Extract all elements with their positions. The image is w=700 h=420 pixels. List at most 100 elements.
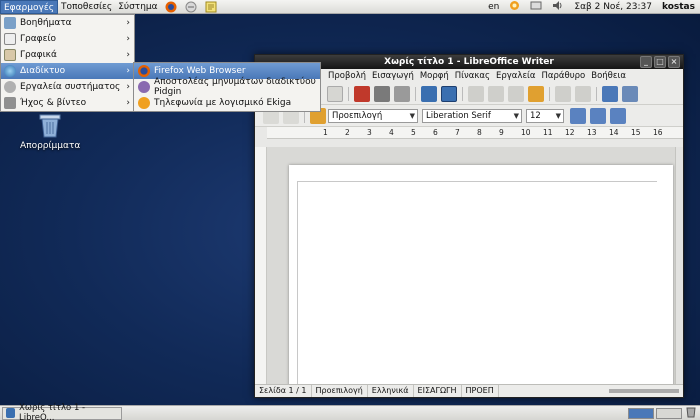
bottom-panel: Χωρίς τίτλο 1 - LibreO... (0, 403, 700, 420)
menu-item-label: Βοηθήματα (20, 18, 72, 28)
menu-item-office[interactable]: Γραφείο › (1, 31, 134, 47)
network-icon[interactable] (530, 0, 542, 14)
ruler-number: 16 (653, 128, 663, 137)
toolbar-separator (596, 86, 597, 101)
chevron-right-icon: › (126, 66, 130, 76)
paragraph-style-combo[interactable]: Προεπιλογή ▼ (328, 108, 418, 123)
zoom-slider[interactable] (609, 389, 679, 393)
cut-icon[interactable] (468, 85, 484, 102)
office-icon (4, 33, 16, 45)
menu-item-sound-video[interactable]: Ήχος & βίντεο › (1, 95, 134, 111)
places-menu[interactable]: Τοποθεσίες (58, 0, 115, 14)
clone-format-icon[interactable] (528, 85, 544, 102)
vertical-scrollbar[interactable] (675, 147, 683, 385)
print-preview-icon[interactable] (394, 85, 410, 102)
pidgin-icon (138, 81, 150, 93)
paragraph-style-value: Προεπιλογή (332, 110, 383, 121)
menu-format[interactable]: Μορφή (417, 71, 452, 81)
status-selection-mode[interactable]: ΠΡΟΕΠ (462, 385, 499, 397)
menu-help[interactable]: Βοήθεια (588, 71, 629, 81)
hyperlink-icon[interactable] (602, 85, 618, 102)
menu-window[interactable]: Παράθυρο (539, 71, 589, 81)
underline-icon[interactable] (610, 107, 626, 124)
keyboard-layout-indicator[interactable]: en (488, 2, 499, 12)
menu-item-label: Γραφικά (20, 50, 57, 60)
ruler-number: 4 (389, 128, 394, 137)
workspace-2[interactable] (656, 407, 682, 419)
trash-desktop-icon[interactable]: Απορρίμματα (20, 114, 80, 151)
menu-insert[interactable]: Εισαγωγή (369, 71, 417, 81)
export-pdf-icon[interactable] (354, 85, 370, 102)
submenu-item-label: Τηλεφωνία με λογισμικό Ekiga (154, 98, 292, 108)
chevron-right-icon: › (126, 18, 130, 28)
menu-tools[interactable]: Εργαλεία (493, 71, 539, 81)
font-size-combo[interactable]: 12 ▼ (526, 108, 564, 123)
menu-item-accessories[interactable]: Βοηθήματα › (1, 15, 134, 31)
document-area[interactable] (255, 147, 683, 397)
chevron-right-icon: › (126, 82, 130, 92)
font-name-combo[interactable]: Liberation Serif ▼ (422, 108, 522, 123)
table-icon[interactable] (622, 85, 638, 102)
applications-menu[interactable]: Εφαρμογές (0, 0, 58, 14)
mail-launcher-icon[interactable] (184, 1, 198, 13)
taskbar-writer-button[interactable]: Χωρίς τίτλο 1 - LibreO... (2, 403, 122, 420)
maximize-button[interactable]: □ (654, 56, 666, 68)
system-menu[interactable]: Σύστημα (115, 0, 160, 14)
horizontal-ruler[interactable]: 1 2 3 4 5 6 7 8 9 10 11 12 13 14 15 16 (267, 127, 683, 139)
firefox-launcher-icon[interactable] (164, 1, 178, 13)
vertical-ruler[interactable] (255, 147, 267, 385)
graphics-icon (4, 49, 16, 61)
chevron-right-icon: › (126, 34, 130, 44)
ruler-number: 9 (499, 128, 504, 137)
submenu-item-pidgin[interactable]: Αποστολέας μηνυμάτων διαδικτύου Pidgin (134, 77, 320, 97)
font-size-value: 12 (530, 110, 541, 121)
email-icon[interactable] (327, 85, 343, 102)
chevron-right-icon: › (126, 98, 130, 108)
menu-item-system-tools[interactable]: Εργαλεία συστήματος › (1, 79, 134, 95)
status-page[interactable]: Σελίδα 1 / 1 (255, 385, 312, 397)
redo-icon[interactable] (575, 85, 591, 102)
volume-icon[interactable] (552, 0, 564, 14)
spellcheck-icon[interactable] (421, 85, 437, 102)
bold-icon[interactable] (570, 107, 586, 124)
toolbar-separator (462, 86, 463, 101)
ruler-number: 14 (609, 128, 619, 137)
paste-icon[interactable] (508, 85, 524, 102)
chevron-right-icon: › (126, 50, 130, 60)
updates-icon[interactable] (509, 0, 520, 14)
autospell-icon[interactable] (441, 85, 457, 102)
menu-item-internet[interactable]: Διαδίκτυο › (1, 63, 134, 79)
menu-item-graphics[interactable]: Γραφικά › (1, 47, 134, 63)
ruler-number: 6 (433, 128, 438, 137)
menu-item-label: Διαδίκτυο (20, 66, 66, 76)
user-menu[interactable]: kostas (662, 2, 695, 12)
clock[interactable]: Σαβ 2 Νοέ, 23:37 (574, 2, 652, 12)
status-insert-mode[interactable]: ΕΙΣΑΓΩΓΗ (414, 385, 462, 397)
undo-icon[interactable] (555, 85, 571, 102)
ruler-number: 1 (323, 128, 328, 137)
close-button[interactable]: × (668, 56, 680, 68)
italic-icon[interactable] (590, 107, 606, 124)
workspace-1[interactable] (628, 407, 654, 419)
writer-statusbar: Σελίδα 1 / 1 Προεπιλογή Ελληνικά ΕΙΣΑΓΩΓ… (255, 384, 683, 397)
print-icon[interactable] (374, 85, 390, 102)
submenu-item-label: Αποστολέας μηνυμάτων διαδικτύου Pidgin (154, 77, 316, 97)
menu-view[interactable]: Προβολή (325, 71, 369, 81)
notes-launcher-icon[interactable] (204, 1, 218, 13)
status-style[interactable]: Προεπιλογή (312, 385, 368, 397)
ruler-number: 12 (565, 128, 575, 137)
minimize-button[interactable]: _ (640, 56, 652, 68)
accessories-icon (4, 17, 16, 29)
chevron-down-icon: ▼ (513, 111, 519, 120)
copy-icon[interactable] (488, 85, 504, 102)
menu-table[interactable]: Πίνακας (452, 71, 493, 81)
chevron-down-icon: ▼ (409, 111, 415, 120)
menu-item-label: Εργαλεία συστήματος (20, 82, 121, 92)
text-boundary (297, 181, 657, 397)
submenu-item-ekiga[interactable]: Τηλεφωνία με λογισμικό Ekiga (134, 95, 320, 111)
trash-applet-icon[interactable] (686, 406, 696, 420)
ruler-number: 3 (367, 128, 372, 137)
status-language[interactable]: Ελληνικά (368, 385, 414, 397)
ruler-number: 7 (455, 128, 460, 137)
top-panel: Εφαρμογές Τοποθεσίες Σύστημα en Σαβ 2 Νο… (0, 0, 700, 14)
